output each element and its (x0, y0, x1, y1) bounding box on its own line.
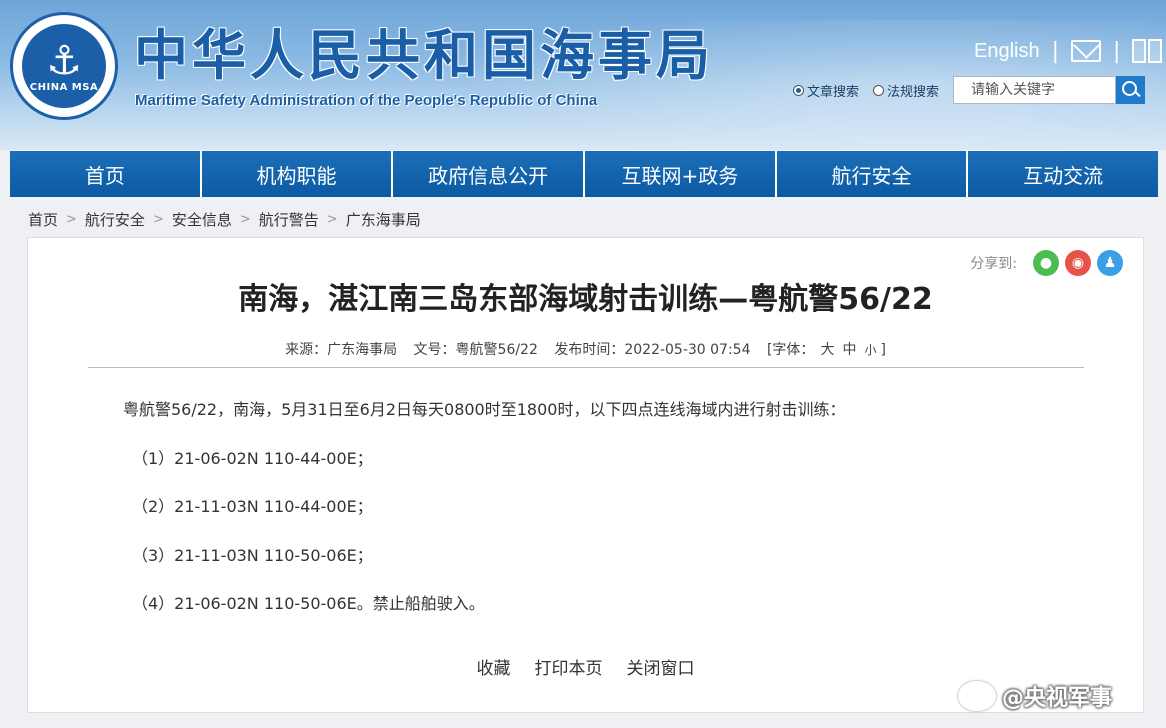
font-size-medium[interactable]: 中 (842, 342, 856, 358)
font-size-large[interactable]: 大 (820, 342, 834, 358)
main-nav: 首页 机构职能 政府信息公开 互联网+政务 航行安全 互动交流 (10, 151, 1159, 197)
font-size-close: ] (880, 342, 886, 358)
radio-unselected-icon (873, 84, 885, 96)
search-button[interactable] (1116, 76, 1146, 104)
font-size-small[interactable]: 小 (864, 343, 876, 357)
coordinate-point: （3）21-11-03N 110-50-06E； (132, 545, 373, 565)
english-link[interactable]: English (974, 40, 1040, 63)
breadcrumb: 首页 > 航行安全 > 安全信息 > 航行警告 > 广东海事局 (28, 209, 421, 230)
article-actions: 收藏 打印本页 关闭窗口 (28, 654, 1143, 679)
search-bar: 文章搜索 法规搜索 (793, 76, 1146, 104)
share-label: 分享到: (970, 256, 1017, 272)
search-option-law[interactable]: 法规搜索 (873, 81, 939, 100)
chevron-right-icon: > (66, 212, 77, 227)
book-icon[interactable] (1132, 39, 1163, 63)
print-link[interactable]: 打印本页 (535, 654, 603, 679)
title-divider (88, 367, 1084, 368)
nav-item-home[interactable]: 首页 (10, 151, 202, 197)
article-container: 分享到: ● ◉ ♟ 南海，湛江南三岛东部海域射击训练—粤航警56/22 来源：… (27, 237, 1144, 713)
nav-item-functions[interactable]: 机构职能 (201, 151, 394, 197)
meta-doc-number: 文号：粤航警56/22 (413, 342, 538, 358)
share-bar: 分享到: ● ◉ ♟ (970, 250, 1123, 276)
meta-published: 发布时间：2022-05-30 07:54 (554, 342, 751, 358)
search-option-law-label: 法规搜索 (887, 84, 940, 100)
weibo-watermark-icon (958, 681, 996, 711)
watermark-text: @央视军事 (1002, 686, 1113, 711)
close-window-link[interactable]: 关闭窗口 (627, 654, 695, 679)
logo-emblem: ⚓ CHINA MSA (22, 24, 106, 108)
breadcrumb-nav-warnings[interactable]: 航行警告 (259, 209, 319, 230)
search-input[interactable] (953, 76, 1117, 104)
article-body: 粤航警56/22，南海，5月31日至6月2日每天0800时至1800时，以下四点… (123, 398, 1063, 641)
watermark: @央视军事 (958, 680, 1112, 712)
coordinate-point: （2）21-11-03N 110-44-00E； (132, 497, 373, 516)
nav-item-gov-info[interactable]: 政府信息公开 (393, 151, 586, 197)
msa-logo[interactable]: ⚓ CHINA MSA (10, 12, 118, 120)
breadcrumb-guangdong-msa[interactable]: 广东海事局 (346, 209, 421, 230)
anchor-icon: ⚓ (46, 37, 82, 84)
font-size-label: [字体： (766, 342, 815, 358)
radio-selected-icon (793, 84, 804, 96)
article-paragraph: 粤航警56/22，南海，5月31日至6月2日每天0800时至1800时，以下四点… (123, 400, 846, 419)
nav-item-interaction[interactable]: 互动交流 (968, 151, 1159, 197)
chevron-right-icon: > (326, 212, 338, 227)
nav-item-internet-services[interactable]: 互联网+政务 (585, 151, 777, 197)
qq-icon[interactable]: ♟ (1097, 250, 1123, 276)
weibo-icon[interactable]: ◉ (1065, 250, 1091, 276)
breadcrumb-navigation-safety[interactable]: 航行安全 (85, 209, 145, 230)
breadcrumb-home[interactable]: 首页 (28, 209, 58, 230)
search-option-article-label: 文章搜索 (807, 84, 860, 100)
article-title: 南海，湛江南三岛东部海域射击训练—粤航警56/22 (238, 282, 933, 317)
search-option-article[interactable]: 文章搜索 (793, 81, 859, 100)
mail-icon[interactable] (1071, 40, 1102, 62)
article-meta: 来源：广东海事局 文号：粤航警56/22 发布时间：2022-05-30 07:… (28, 339, 1143, 359)
link-divider: | (1113, 38, 1121, 64)
link-divider: | (1051, 38, 1060, 64)
meta-source: 来源：广东海事局 (285, 342, 398, 358)
coordinate-point: （4）21-06-02N 110-50-06E。禁止船舶驶入。 (132, 594, 485, 613)
site-header: ⚓ CHINA MSA 中华人民共和国海事局 Maritime Safety A… (0, 0, 1166, 150)
logo-text-bottom: CHINA MSA (29, 81, 99, 93)
site-title: 中华人民共和国海事局 (134, 24, 714, 87)
breadcrumb-safety-info[interactable]: 安全信息 (172, 209, 232, 230)
nav-item-navigation-safety[interactable]: 航行安全 (776, 151, 969, 197)
wechat-icon[interactable]: ● (1033, 250, 1059, 276)
chevron-right-icon: > (239, 212, 251, 227)
coordinate-point: （1）21-06-02N 110-44-00E； (132, 448, 373, 468)
site-subtitle: Maritime Safety Administration of the Pe… (135, 92, 598, 109)
top-links: English | | (974, 36, 1163, 66)
chevron-right-icon: > (152, 212, 164, 227)
favorite-link[interactable]: 收藏 (477, 654, 511, 679)
